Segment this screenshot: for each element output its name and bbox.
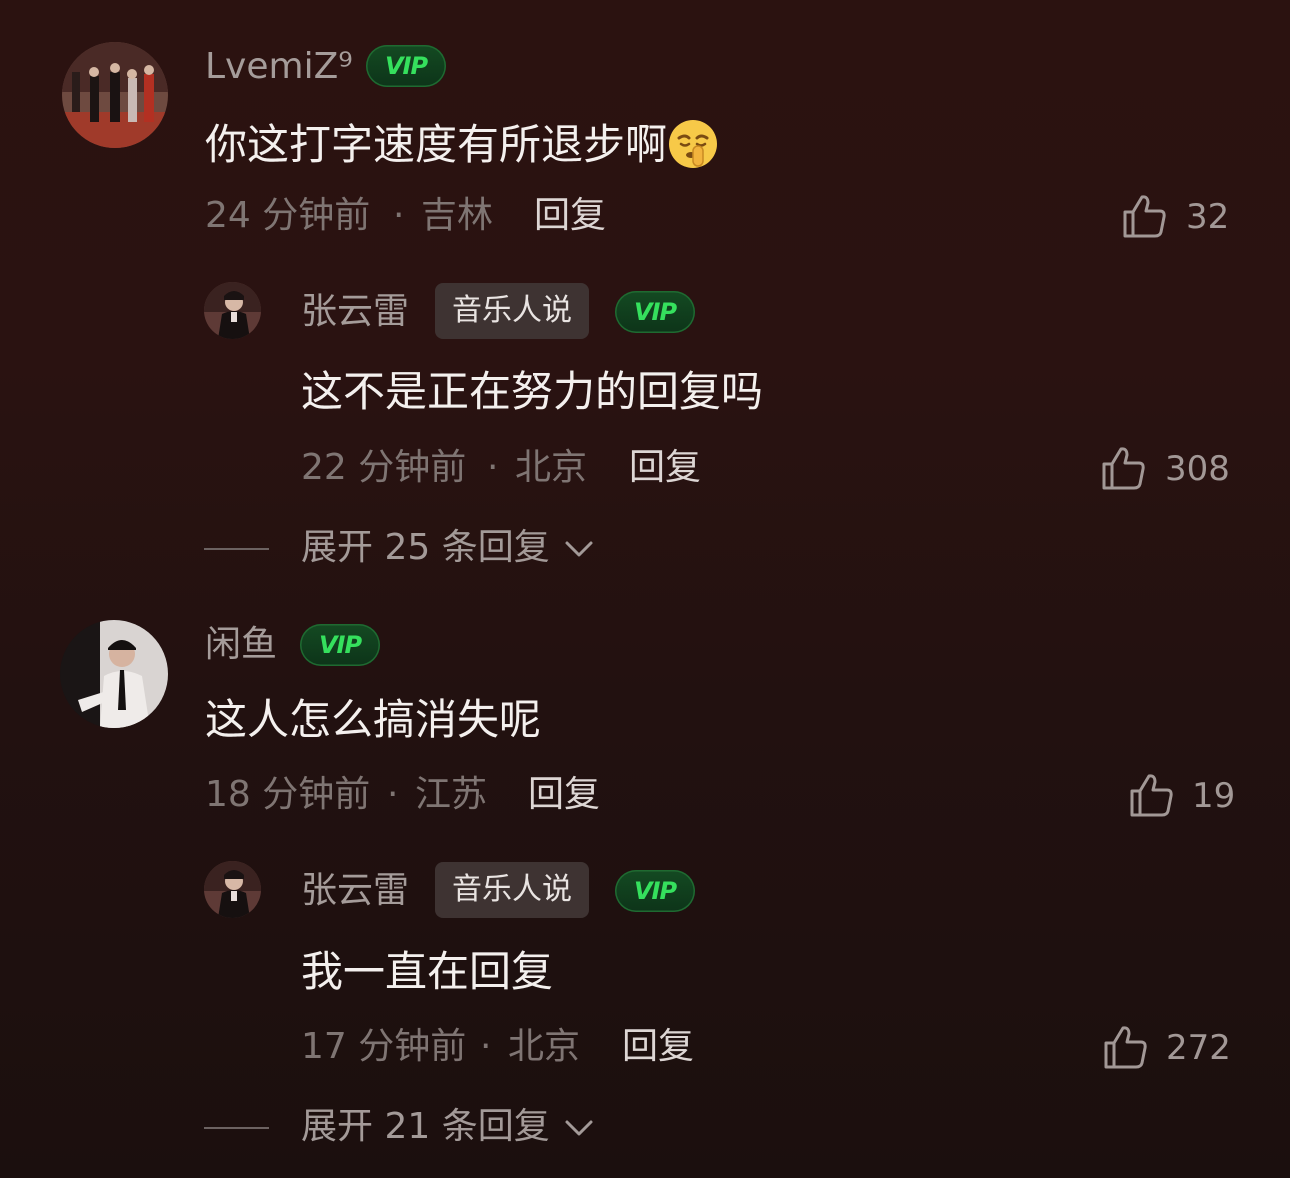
reply-button[interactable]: 回复 (534, 198, 606, 234)
like-count: 19 (1192, 776, 1236, 816)
meta-separator: · (393, 195, 405, 236)
musician-badge: 音乐人说 (435, 862, 589, 918)
expand-divider (204, 1127, 269, 1129)
like-count: 308 (1165, 449, 1230, 489)
vip-badge-label: VIP (318, 631, 362, 659)
comment-text: 这人怎么搞消失呢 (205, 695, 542, 744)
reply-text: 我一直在回复 (301, 947, 554, 996)
comment-time: 24 分钟前 (205, 195, 371, 236)
comment-text-body: 你这打字速度有所退步啊 (205, 120, 668, 169)
meta-separator: · (487, 447, 499, 488)
expand-replies-label: 展开 21 条回复 (301, 1106, 550, 1147)
reply-time: 22 分钟前 (301, 447, 467, 488)
comment-time: 18 分钟前 (205, 774, 371, 815)
comment-text: 你这打字速度有所退步啊 (205, 118, 719, 177)
expand-divider (204, 548, 269, 550)
avatar[interactable] (204, 282, 261, 339)
shushing-face-emoji (667, 118, 719, 177)
reply-text: 这不是正在努力的回复吗 (301, 367, 764, 416)
expand-replies-label: 展开 25 条回复 (301, 527, 550, 568)
musician-badge: 音乐人说 (435, 283, 589, 339)
musician-badge-label: 音乐人说 (452, 293, 572, 328)
reply-time: 17 分钟前 (301, 1026, 467, 1067)
reply-username[interactable]: 张云雷 (301, 873, 409, 909)
meta-separator: · (480, 1026, 492, 1067)
vip-badge: VIP (366, 45, 446, 87)
thumbs-up-icon[interactable] (1120, 192, 1168, 240)
musician-badge-label: 音乐人说 (452, 872, 572, 907)
reply-location: 北京 (508, 1026, 581, 1067)
meta-separator: · (387, 774, 399, 815)
vip-badge: VIP (615, 291, 695, 333)
thumbs-up-icon[interactable] (1101, 1023, 1149, 1071)
chevron-down-icon (565, 541, 593, 557)
reply-button[interactable]: 回复 (622, 1029, 694, 1065)
expand-replies-button[interactable]: 展开 21 条回复 (301, 1109, 596, 1145)
avatar[interactable] (62, 42, 168, 148)
vip-badge-label: VIP (633, 298, 677, 326)
chevron-down-icon (565, 1120, 593, 1136)
avatar[interactable] (204, 861, 261, 918)
comment-location: 江苏 (415, 774, 488, 815)
avatar[interactable] (60, 620, 168, 728)
thumbs-up-icon[interactable] (1127, 771, 1175, 819)
thumbs-up-icon[interactable] (1099, 444, 1147, 492)
reply-button[interactable]: 回复 (629, 450, 701, 486)
comment-username[interactable]: LvemiZ⁹ (205, 49, 353, 85)
comment-username[interactable]: 闲鱼 (205, 627, 277, 663)
vip-badge-label: VIP (633, 877, 677, 905)
vip-badge: VIP (615, 870, 695, 912)
vip-badge-label: VIP (384, 52, 428, 80)
vip-badge: VIP (300, 624, 380, 666)
reply-button[interactable]: 回复 (528, 777, 600, 813)
comment-location: 吉林 (421, 195, 494, 236)
reply-location: 北京 (515, 447, 588, 488)
reply-username[interactable]: 张云雷 (301, 294, 409, 330)
like-count: 272 (1166, 1028, 1231, 1068)
like-count: 32 (1186, 197, 1230, 237)
expand-replies-button[interactable]: 展开 25 条回复 (301, 530, 596, 566)
